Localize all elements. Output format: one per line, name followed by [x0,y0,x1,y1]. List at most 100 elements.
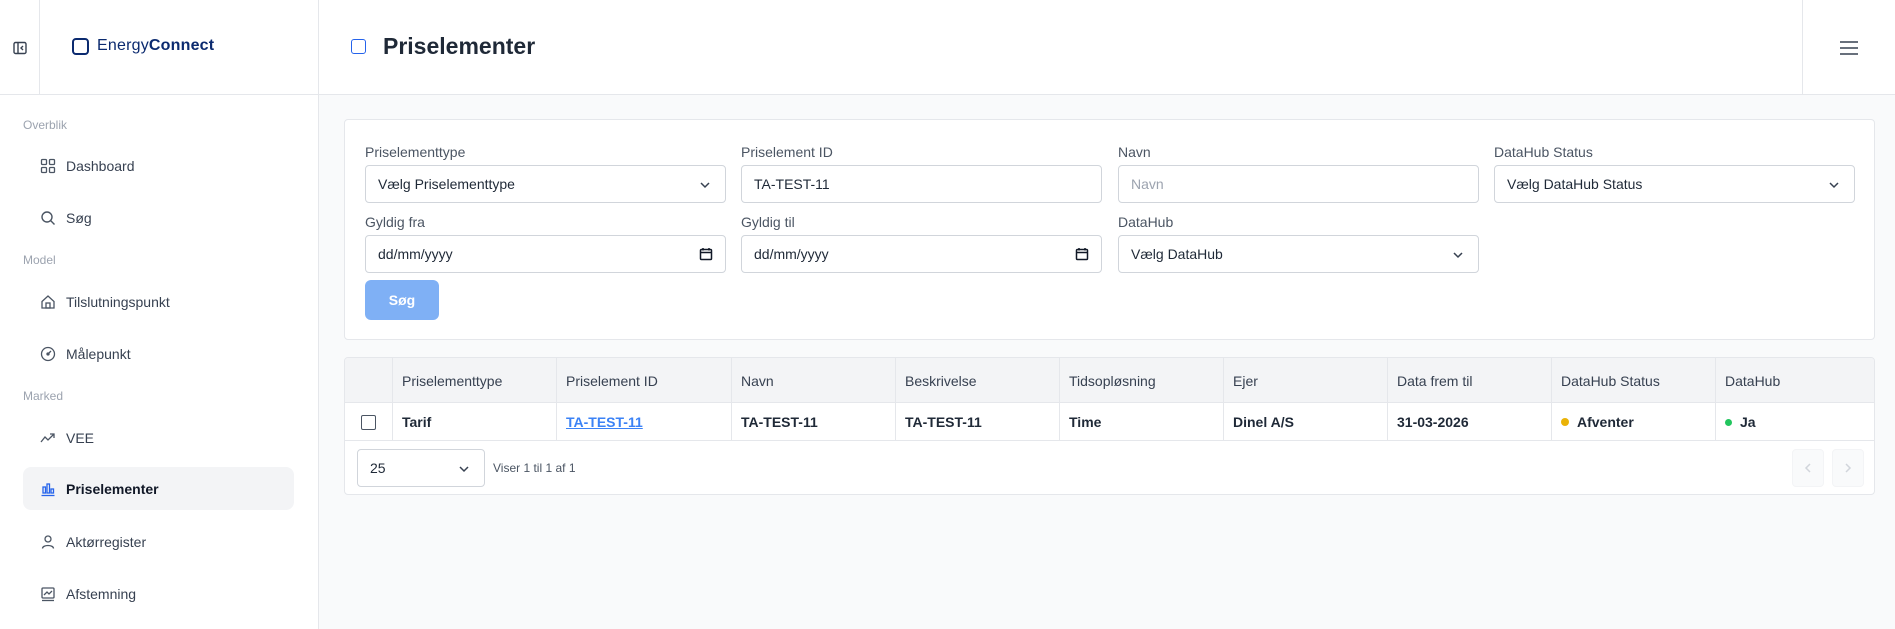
select-column-header [345,358,392,403]
grid-icon [40,158,56,173]
description-cell: TA-TEST-11 [895,403,1059,441]
sidebar-item-label: Afstemning [66,585,137,602]
search-button[interactable]: Søg [365,280,439,320]
id-filter-value: TA-TEST-11 [754,176,830,192]
sidebar: EnergyConnect Overblik Dashboard Søg Mod… [0,0,319,629]
valid-from-value: dd/mm/yyyy [378,246,453,262]
resolution-cell: Time [1059,403,1223,441]
chevron-right-icon [1845,463,1852,473]
chevron-down-icon [459,466,469,473]
results-table: Priselementtype Priselement ID Navn Besk… [344,357,1875,495]
column-header[interactable]: Data frem til [1387,358,1551,403]
collapse-sidebar-button[interactable] [0,0,40,95]
section-label-marked: Marked [23,389,64,403]
sidebar-item-malepunkt[interactable]: Målepunkt [23,332,294,375]
type-filter-value: Vælg Priselementtype [378,176,515,192]
sidebar-item-label: Søg [66,209,92,226]
sidebar-item-vee[interactable]: VEE [23,416,294,459]
id-cell: TA-TEST-11 [556,403,731,441]
datahub-status-filter-label: DataHub Status [1494,144,1593,160]
sidebar-item-label: Målepunkt [66,345,131,362]
datahub-status-text: Afventer [1577,414,1634,430]
datahub-text: Ja [1740,414,1756,430]
sidebar-item-tilslutningspunkt[interactable]: Tilslutningspunkt [23,280,294,323]
name-filter-input[interactable]: Navn [1118,165,1479,203]
id-filter-input[interactable]: TA-TEST-11 [741,165,1102,203]
page-header: Priselementer [319,0,1895,95]
previous-page-button[interactable] [1792,449,1824,487]
page-title: Priselementer [383,33,536,59]
logo-text: EnergyConnect [97,37,215,54]
page-size-value: 25 [370,460,386,476]
home-icon [41,294,55,309]
name-filter-placeholder: Navn [1131,176,1164,192]
section-label-model: Model [23,253,56,267]
valid-from-label: Gyldig fra [365,214,425,230]
column-header[interactable]: Priselement ID [556,358,731,403]
owner-cell: Dinel A/S [1223,403,1387,441]
valid-to-value: dd/mm/yyyy [754,246,829,262]
row-checkbox[interactable] [361,414,376,430]
chevron-down-icon [700,182,710,189]
datahub-filter-value: Vælg DataHub [1131,246,1223,262]
column-header[interactable]: DataHub [1715,358,1874,403]
column-header[interactable]: Navn [731,358,895,403]
section-label-overblik: Overblik [23,118,68,132]
sidebar-item-afstemning[interactable]: Afstemning [23,572,294,615]
datahub-status-filter-select[interactable]: Vælg DataHub Status [1494,165,1855,203]
chevron-down-icon [1829,182,1839,189]
valid-from-date-input[interactable]: dd/mm/yyyy [365,235,726,273]
page-size-select[interactable]: 25 [357,449,485,487]
sidebar-item-label: Aktørregister [66,533,147,550]
datahub-filter-select[interactable]: Vælg DataHub [1118,235,1479,273]
column-header[interactable]: Tidsopløsning [1059,358,1223,403]
table-header: Priselementtype Priselement ID Navn Besk… [345,358,1874,403]
sidebar-item-dashboard[interactable]: Dashboard [23,144,294,187]
price-chart-icon [41,482,55,496]
column-header[interactable]: DataHub Status [1551,358,1715,403]
priselement-id-link[interactable]: TA-TEST-11 [566,414,643,430]
type-cell: Tarif [392,403,556,441]
name-cell: TA-TEST-11 [731,403,895,441]
sidebar-header: EnergyConnect [0,0,318,95]
user-icon [41,534,55,549]
type-filter-label: Priselementtype [365,144,466,160]
calendar-icon[interactable] [1075,247,1089,261]
menu-button[interactable] [1802,0,1895,95]
id-filter-label: Priselement ID [741,144,833,160]
pagination-info: Viser 1 til 1 af 1 [493,461,576,475]
hamburger-menu-icon [1840,40,1858,55]
datahub-status-filter-value: Vælg DataHub Status [1507,176,1643,192]
app-logo[interactable]: EnergyConnect [72,37,214,55]
valid-to-label: Gyldig til [741,214,795,230]
sidebar-item-label: Priselementer [66,480,159,497]
valid-to-date-input[interactable]: dd/mm/yyyy [741,235,1102,273]
calendar-icon[interactable] [699,247,713,261]
sidebar-item-search[interactable]: Søg [23,196,294,239]
table-row[interactable]: Tarif TA-TEST-11 TA-TEST-11 TA-TEST-11 T… [345,403,1874,441]
sidebar-item-priselementer[interactable]: Priselementer [23,467,294,510]
trend-icon [40,432,55,442]
status-dot-icon [1725,418,1732,426]
sidebar-item-label: Dashboard [66,157,135,174]
column-header[interactable]: Priselementtype [392,358,556,403]
next-page-button[interactable] [1832,449,1864,487]
sidebar-collapse-icon [12,41,27,54]
column-header[interactable]: Beskrivelse [895,358,1059,403]
chevron-down-icon [1453,252,1463,259]
column-header[interactable]: Ejer [1223,358,1387,403]
status-dot-icon [1561,418,1569,426]
reconcile-icon [41,586,55,601]
sidebar-item-aktorregister[interactable]: Aktørregister [23,520,294,563]
sidebar-item-label: VEE [66,429,95,446]
search-icon [41,210,55,225]
data-until-cell: 31-03-2026 [1387,403,1551,441]
name-filter-label: Navn [1118,144,1151,160]
chevron-left-icon [1804,463,1811,473]
type-filter-select[interactable]: Vælg Priselementtype [365,165,726,203]
datahub-cell: Ja [1715,403,1874,441]
logo-mark-icon [72,37,89,55]
datahub-filter-label: DataHub [1118,214,1174,230]
filter-panel: Priselementtype Vælg Priselementtype Pri… [344,119,1875,340]
gauge-icon [40,346,56,361]
